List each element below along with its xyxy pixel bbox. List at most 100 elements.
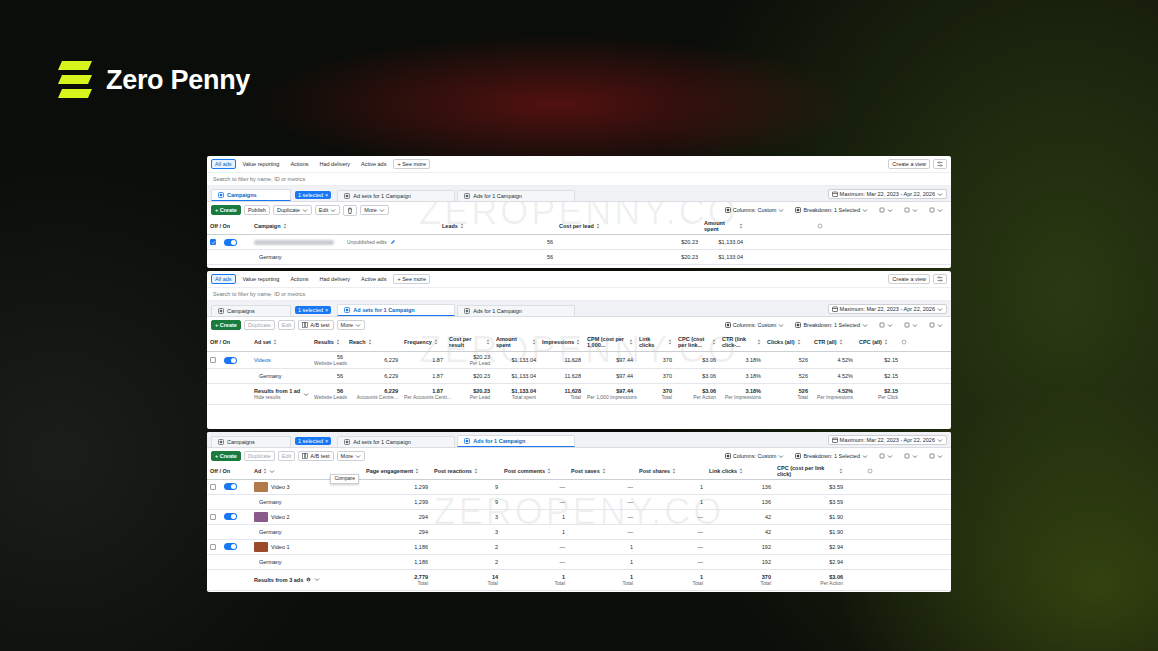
- view-filter[interactable]: Had delivery: [315, 274, 354, 284]
- delivery-toggle[interactable]: [224, 483, 237, 490]
- view-filter[interactable]: Value reporting: [239, 274, 284, 284]
- create-view-button[interactable]: Create a view: [888, 159, 930, 169]
- row-checkbox[interactable]: [210, 484, 216, 490]
- row-name[interactable]: Germany: [259, 373, 282, 379]
- view-option-button[interactable]: Breakdown: 1 Selected: [791, 451, 872, 461]
- table-row[interactable]: Video 31,2999——1136$3.59: [207, 480, 951, 495]
- view-filter[interactable]: Active ads: [357, 274, 390, 284]
- view-filter[interactable]: Actions: [286, 274, 312, 284]
- action-button[interactable]: Edit: [315, 205, 340, 215]
- row-name[interactable]: Video 3: [271, 484, 290, 490]
- delivery-toggle[interactable]: [224, 239, 237, 246]
- row-name[interactable]: Germany: [259, 499, 282, 505]
- settings-button[interactable]: [933, 159, 947, 169]
- delivery-toggle[interactable]: [224, 513, 237, 520]
- level-tab[interactable]: Campaigns: [211, 189, 291, 201]
- column-header[interactable]: Link clicks: [706, 467, 774, 475]
- report-button[interactable]: [925, 451, 947, 461]
- column-header[interactable]: Post saves: [568, 467, 636, 475]
- column-header[interactable]: CPC (cost per link...: [675, 335, 719, 350]
- table-row[interactable]: Video 229431——42$1.90: [207, 510, 951, 525]
- view-option-button[interactable]: Columns: Custom: [721, 205, 789, 215]
- action-button[interactable]: Duplicate: [273, 205, 312, 215]
- column-header[interactable]: Amount spent: [493, 335, 539, 350]
- column-header[interactable]: Frequency: [401, 338, 446, 346]
- action-button[interactable]: More: [360, 205, 389, 215]
- column-header[interactable]: AdCompare: [251, 467, 363, 475]
- row-name[interactable]: Videos: [254, 357, 271, 363]
- action-button[interactable]: Publish: [244, 205, 270, 215]
- column-header[interactable]: Post comments: [501, 467, 568, 475]
- chip-close[interactable]: ×: [325, 192, 328, 198]
- date-range-picker[interactable]: Maximum: Mar 22, 2023 - Apr 22, 2026: [828, 189, 947, 199]
- column-header[interactable]: CPC (cost per link click): [774, 464, 846, 479]
- row-checkbox[interactable]: [210, 239, 216, 245]
- view-filter[interactable]: + See more: [393, 274, 430, 284]
- table-row[interactable]: Videos56Website Leads6,2291.87$20.23Per …: [207, 352, 951, 369]
- level-tab[interactable]: Ad sets for 1 Campaign: [337, 304, 455, 316]
- selection-chip[interactable]: 1 selected×: [295, 306, 331, 314]
- column-header[interactable]: Results: [311, 338, 346, 346]
- row-checkbox[interactable]: [210, 357, 216, 363]
- date-range-picker[interactable]: Maximum: Mar 22, 2023 - Apr 22, 2026: [828, 304, 947, 314]
- search-input[interactable]: [213, 291, 533, 297]
- column-header[interactable]: Off / On: [207, 222, 251, 230]
- column-header[interactable]: Post shares: [636, 467, 706, 475]
- column-header[interactable]: Campaign: [251, 222, 439, 230]
- table-row[interactable]: Germany29431——42$1.90: [207, 525, 951, 540]
- action-button[interactable]: A/B test: [298, 451, 333, 461]
- download-button[interactable]: [900, 451, 922, 461]
- chip-close[interactable]: ×: [325, 438, 328, 444]
- table-row[interactable]: Germany566,2291.87$20.23$1,133.0411,628$…: [207, 369, 951, 384]
- level-tab[interactable]: Ad sets for 1 Campaign: [337, 436, 455, 447]
- date-range-picker[interactable]: Maximum: Mar 22, 2023 - Apr 22, 2026: [828, 435, 947, 445]
- column-header[interactable]: Post reactions: [431, 467, 501, 475]
- table-row[interactable]: Germany1,1862—1—192$2.94: [207, 555, 951, 570]
- copy-button[interactable]: [875, 205, 897, 215]
- view-option-button[interactable]: Columns: Custom: [721, 320, 789, 330]
- level-tab[interactable]: Ads for 1 Campaign: [457, 305, 575, 316]
- level-tab[interactable]: Ad sets for 1 Campaign: [337, 190, 455, 201]
- report-button[interactable]: [925, 205, 947, 215]
- selection-chip[interactable]: 1 selected×: [295, 191, 331, 199]
- column-header[interactable]: Off / On: [207, 338, 251, 346]
- action-button[interactable]: + Create: [211, 451, 241, 461]
- table-row[interactable]: Results from 3 ads2,779Total14Total1Tota…: [207, 570, 951, 591]
- action-button[interactable]: + Create: [211, 320, 241, 330]
- row-name[interactable]: Video 2: [271, 514, 290, 520]
- row-name[interactable]: Germany: [259, 559, 282, 565]
- column-header[interactable]: Link clicks: [636, 335, 675, 350]
- view-option-button[interactable]: Breakdown: 1 Selected: [791, 320, 872, 330]
- column-header[interactable]: Cost per lead: [556, 222, 701, 230]
- search-input[interactable]: [213, 176, 533, 182]
- table-row[interactable]: Germany56$20.23$1,133.04: [207, 250, 951, 265]
- copy-button[interactable]: [875, 451, 897, 461]
- action-button[interactable]: + Create: [211, 205, 241, 215]
- hide-results-link[interactable]: Hide results: [254, 394, 300, 400]
- action-button[interactable]: A/B test: [298, 320, 333, 330]
- row-checkbox[interactable]: [210, 544, 216, 550]
- column-header[interactable]: Cost per result: [446, 335, 493, 350]
- level-tab[interactable]: Ads for 1 Campaign: [457, 435, 575, 447]
- level-tab[interactable]: Campaigns: [211, 436, 291, 447]
- view-filter[interactable]: + See more: [393, 159, 430, 169]
- column-header[interactable]: Leads: [439, 222, 556, 230]
- view-filter[interactable]: Had delivery: [315, 159, 354, 169]
- row-name[interactable]: Germany: [259, 529, 282, 535]
- selection-chip[interactable]: 1 selected×: [295, 437, 331, 445]
- level-tab[interactable]: Campaigns: [211, 305, 291, 316]
- view-filter[interactable]: All ads: [211, 274, 236, 284]
- column-header[interactable]: CTR (link click-...: [719, 335, 764, 350]
- download-button[interactable]: [900, 205, 922, 215]
- row-checkbox[interactable]: [210, 514, 216, 520]
- row-name[interactable]: Germany: [259, 254, 282, 260]
- table-row[interactable]: Video 11,1862—1—192$2.94: [207, 540, 951, 555]
- view-filter[interactable]: All ads: [211, 159, 236, 169]
- action-button[interactable]: More: [337, 451, 366, 461]
- view-filter[interactable]: Active ads: [357, 159, 390, 169]
- column-header[interactable]: Page engagement: [363, 467, 431, 475]
- table-row[interactable]: Results from 1 adHide results56Website L…: [207, 384, 951, 405]
- settings-button[interactable]: [933, 274, 947, 284]
- table-row[interactable]: Unpublished edits56$20.23$1,133.04: [207, 235, 951, 250]
- create-view-button[interactable]: Create a view: [888, 274, 930, 284]
